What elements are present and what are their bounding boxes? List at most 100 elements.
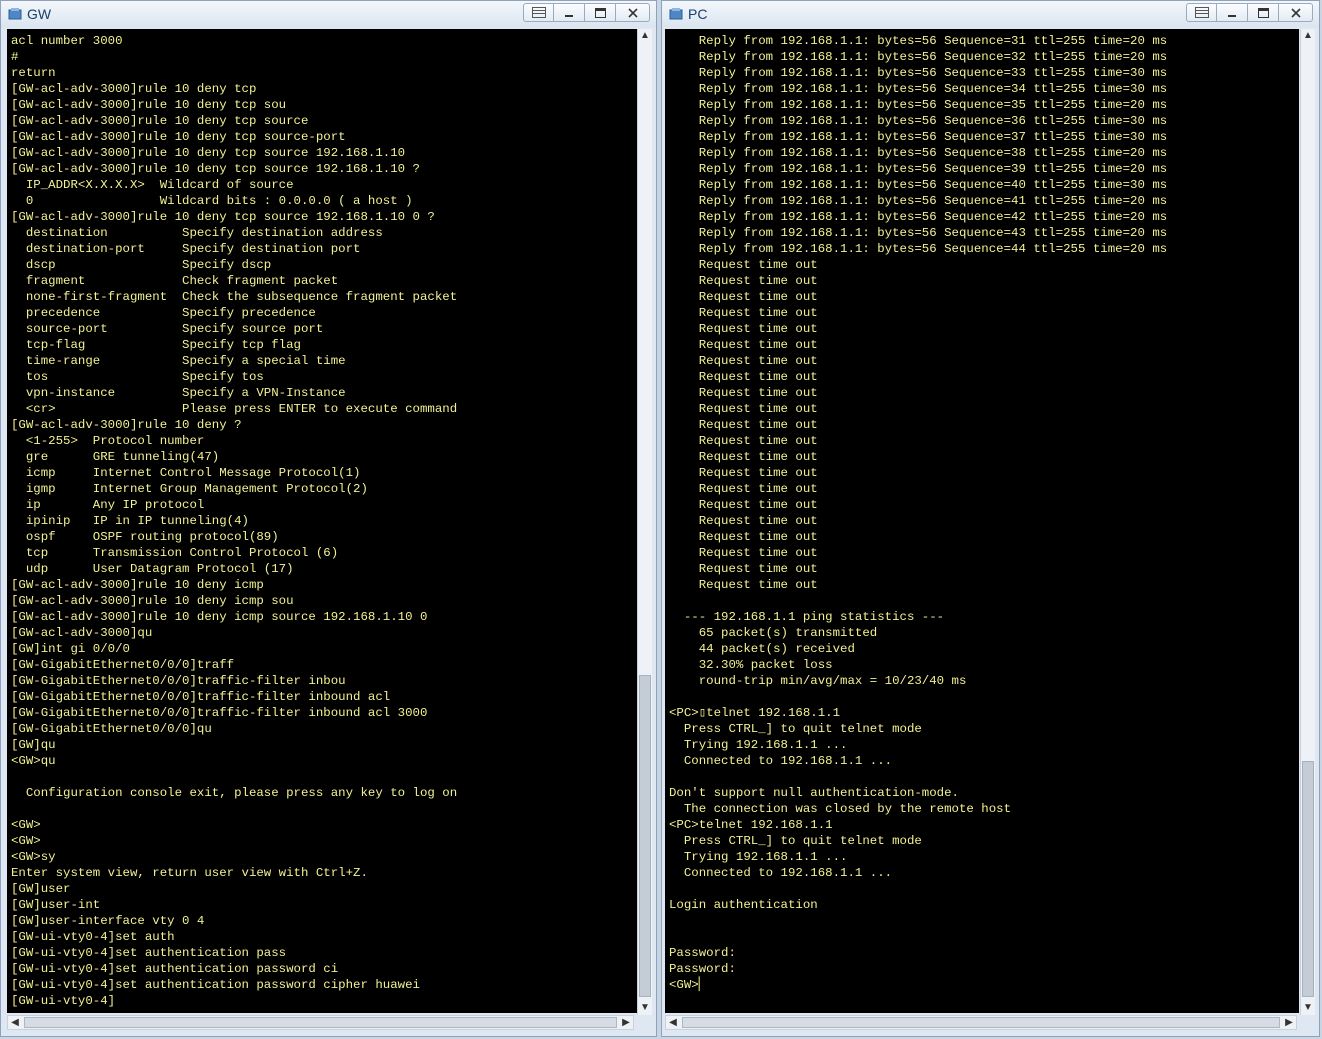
- terminal-line: Request time out: [669, 354, 818, 368]
- terminal-line: [GW-acl-adv-3000]rule 10 deny tcp: [11, 82, 257, 96]
- terminal-line: [GW-ui-vty0-4]set auth: [11, 930, 175, 944]
- terminal-line: Request time out: [669, 370, 818, 384]
- terminal-line: Reply from 192.168.1.1: bytes=56 Sequenc…: [669, 82, 1168, 96]
- terminal-line: Connected to 192.168.1.1 ...: [669, 754, 893, 768]
- close-button[interactable]: [1279, 3, 1313, 22]
- pc-titlebar[interactable]: PC: [662, 1, 1319, 27]
- maximize-button[interactable]: [585, 3, 616, 22]
- pc-vertical-scrollbar[interactable]: ▲ ▼: [1300, 29, 1315, 1015]
- terminal-line: round-trip min/avg/max = 10/23/40 ms: [669, 674, 967, 688]
- scroll-right-arrow-icon[interactable]: ▶: [1282, 1016, 1296, 1029]
- terminal-line: Request time out: [669, 514, 818, 528]
- terminal-line: [GW-GigabitEthernet0/0/0]traffic-filter …: [11, 690, 391, 704]
- terminal-line: [GW]user: [11, 882, 71, 896]
- terminal-line: udp User Datagram Protocol (17): [11, 562, 294, 576]
- terminal-line: <1-255> Protocol number: [11, 434, 205, 448]
- scroll-right-arrow-icon[interactable]: ▶: [619, 1016, 633, 1029]
- terminal-line: source-port Specify source port: [11, 322, 324, 336]
- terminal-line: [GW-acl-adv-3000]rule 10 deny tcp sou: [11, 98, 287, 112]
- minimize-icon: [565, 14, 573, 17]
- terminal-line: Reply from 192.168.1.1: bytes=56 Sequenc…: [669, 194, 1168, 208]
- close-button[interactable]: [616, 3, 650, 22]
- terminal-line: Request time out: [669, 434, 818, 448]
- terminal-line: tcp-flag Specify tcp flag: [11, 338, 301, 352]
- close-icon: [1290, 7, 1301, 18]
- minimize-button[interactable]: [554, 3, 585, 22]
- terminal-line: Reply from 192.168.1.1: bytes=56 Sequenc…: [669, 98, 1168, 112]
- terminal-line: none-first-fragment Check the subsequenc…: [11, 290, 458, 304]
- terminal-line: Press CTRL_] to quit telnet mode: [669, 834, 922, 848]
- gw-console-window[interactable]: GW acl number 3000 # return [GW-acl-adv-300…: [0, 0, 657, 1037]
- terminal-line: [GW-ui-vty0-4]set authentication pass: [11, 946, 287, 960]
- terminal-line: [GW-acl-adv-3000]rule 10 deny tcp source…: [11, 130, 346, 144]
- terminal-line: Reply from 192.168.1.1: bytes=56 Sequenc…: [669, 130, 1168, 144]
- terminal-app-icon: [669, 8, 683, 20]
- gw-horizontal-scrollbar[interactable]: ◀ ▶: [7, 1015, 634, 1030]
- terminal-line: [GW-ui-vty0-4]set authentication passwor…: [11, 962, 339, 976]
- terminal-line: Trying 192.168.1.1 ...: [669, 850, 848, 864]
- terminal-line: Login authentication: [669, 898, 818, 912]
- close-icon: [627, 7, 638, 18]
- pc-hscroll-thumb[interactable]: [682, 1017, 1280, 1028]
- scroll-left-arrow-icon[interactable]: ◀: [8, 1016, 22, 1029]
- terminal-line: igmp Internet Group Management Protocol(…: [11, 482, 368, 496]
- gw-titlebar[interactable]: GW: [1, 1, 656, 27]
- terminal-line: Request time out: [669, 306, 818, 320]
- gw-hscroll-thumb[interactable]: [24, 1017, 617, 1028]
- maximize-icon: [1257, 7, 1269, 18]
- minimize-button[interactable]: [1217, 3, 1248, 22]
- gw-scroll-thumb[interactable]: [639, 675, 651, 997]
- terminal-line: [GW]user-int: [11, 898, 101, 912]
- terminal-line: precedence Specify precedence: [11, 306, 316, 320]
- gw-vertical-scrollbar[interactable]: ▲ ▼: [637, 29, 652, 1015]
- terminal-line: Don't support null authentication-mode.: [669, 786, 959, 800]
- scroll-down-arrow-icon[interactable]: ▼: [1301, 1001, 1315, 1015]
- terminal-line: Reply from 192.168.1.1: bytes=56 Sequenc…: [669, 162, 1168, 176]
- pc-scroll-thumb[interactable]: [1302, 761, 1314, 997]
- terminal-line: Request time out: [669, 402, 818, 416]
- terminal-line: [GW-acl-adv-3000]rule 10 deny tcp source…: [11, 210, 435, 224]
- maximize-button[interactable]: [1248, 3, 1279, 22]
- scroll-down-arrow-icon[interactable]: ▼: [638, 1001, 652, 1015]
- terminal-line: ipinip IP in IP tunneling(4): [11, 514, 249, 528]
- terminal-line: [GW-acl-adv-3000]rule 10 deny tcp source…: [11, 146, 406, 160]
- scroll-up-arrow-icon[interactable]: ▲: [638, 29, 652, 43]
- scroll-up-arrow-icon[interactable]: ▲: [1301, 29, 1315, 43]
- gw-window-title: GW: [27, 6, 52, 22]
- terminal-line: Request time out: [669, 290, 818, 304]
- restore-layout-button[interactable]: [1186, 3, 1217, 22]
- terminal-line: Reply from 192.168.1.1: bytes=56 Sequenc…: [669, 50, 1168, 64]
- terminal-line: [GW]int gi 0/0/0: [11, 642, 130, 656]
- terminal-line: [GW-GigabitEthernet0/0/0]traffic-filter …: [11, 674, 346, 688]
- terminal-line: [GW-acl-adv-3000]rule 10 deny ?: [11, 418, 242, 432]
- layout-icon: [531, 7, 546, 18]
- pc-console-window[interactable]: PC Reply from 192.168.1.1: bytes=56 Sequ…: [661, 0, 1320, 1037]
- minimize-icon: [1228, 14, 1236, 17]
- terminal-line: tos Specify tos: [11, 370, 264, 384]
- terminal-line: Request time out: [669, 338, 818, 352]
- terminal-line: Password:: [669, 946, 736, 960]
- terminal-line: Reply from 192.168.1.1: bytes=56 Sequenc…: [669, 34, 1168, 48]
- terminal-line: Request time out: [669, 450, 818, 464]
- gw-terminal-output[interactable]: acl number 3000 # return [GW-acl-adv-3000]r…: [7, 29, 637, 1013]
- terminal-line: <GW>qu: [11, 754, 56, 768]
- pc-window-title: PC: [688, 6, 708, 22]
- terminal-line: 44 packet(s) received: [669, 642, 855, 656]
- terminal-line: Configuration console exit, please press…: [11, 786, 458, 800]
- terminal-line: destination Specify destination address: [11, 226, 383, 240]
- terminal-line: return: [11, 66, 56, 80]
- terminal-line: [GW-GigabitEthernet0/0/0]traffic-filter …: [11, 706, 428, 720]
- pc-horizontal-scrollbar[interactable]: ◀ ▶: [665, 1015, 1297, 1030]
- terminal-line: [GW]qu: [11, 738, 56, 752]
- terminal-line: --- 192.168.1.1 ping statistics ---: [669, 610, 945, 624]
- pc-terminal-output[interactable]: Reply from 192.168.1.1: bytes=56 Sequenc…: [665, 29, 1299, 1013]
- gw-terminal-lines: acl number 3000 # return [GW-acl-adv-3000]r…: [7, 29, 637, 1009]
- terminal-line: vpn-instance Specify a VPN-Instance: [11, 386, 346, 400]
- terminal-line: acl number 3000: [11, 34, 123, 48]
- terminal-line: ip Any IP protocol: [11, 498, 205, 512]
- restore-layout-button[interactable]: [523, 3, 554, 22]
- scroll-left-arrow-icon[interactable]: ◀: [666, 1016, 680, 1029]
